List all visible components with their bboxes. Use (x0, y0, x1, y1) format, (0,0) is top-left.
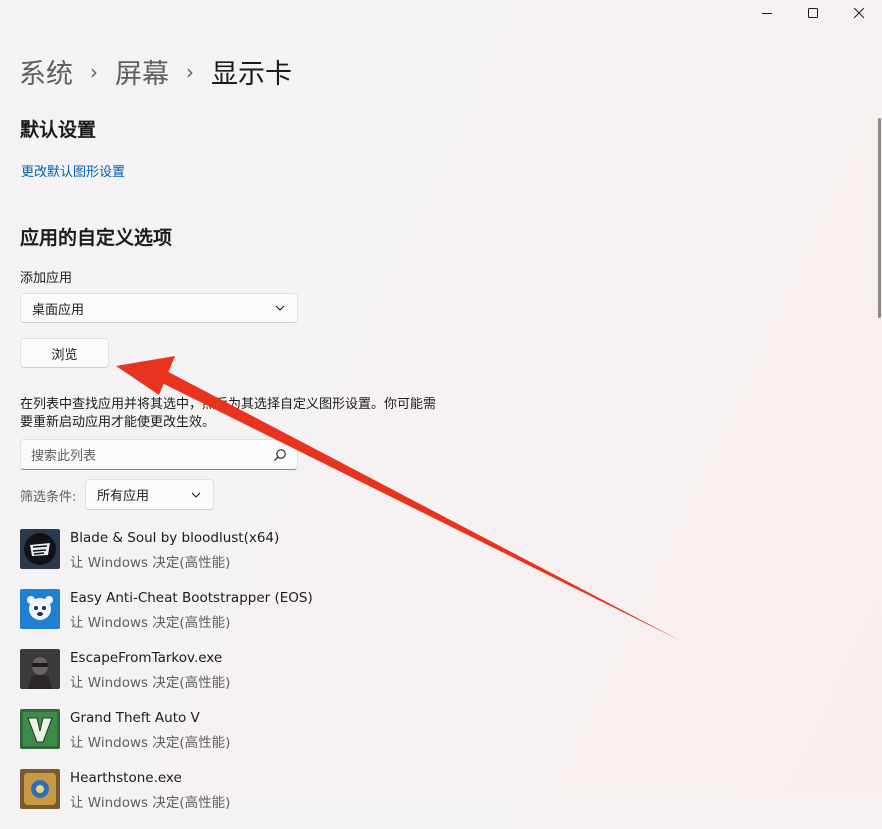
app-name: EscapeFromTarkov.exe (70, 650, 223, 666)
custom-options-heading: 应用的自定义选项 (20, 227, 173, 249)
breadcrumb-system[interactable]: 系统 (19, 52, 73, 91)
app-name: Hearthstone.exe (70, 770, 182, 786)
blade-and-soul-icon (20, 529, 60, 569)
list-item[interactable]: Easy Anti-Cheat Bootstrapper (EOS) 让 Win… (20, 589, 420, 649)
app-type-dropdown[interactable]: 桌面应用 (20, 293, 298, 323)
filter-dropdown[interactable]: 所有应用 (85, 479, 214, 510)
minimize-icon (762, 13, 772, 14)
escape-from-tarkov-icon (20, 649, 60, 689)
easy-anti-cheat-icon (20, 589, 60, 629)
filter-value: 所有应用 (97, 489, 150, 504)
hearthstone-icon (20, 769, 60, 809)
close-button[interactable] (836, 0, 882, 26)
browse-button[interactable]: 浏览 (20, 338, 109, 368)
default-settings-heading: 默认设置 (20, 119, 97, 141)
list-item[interactable]: Blade & Soul by bloodlust(x64) 让 Windows… (20, 529, 420, 589)
chevron-down-icon (191, 492, 201, 498)
add-app-label: 添加应用 (20, 271, 73, 286)
breadcrumb-separator: › (186, 59, 194, 84)
app-preference: 让 Windows 决定(高性能) (70, 555, 231, 571)
app-name: Easy Anti-Cheat Bootstrapper (EOS) (70, 590, 313, 606)
app-type-value: 桌面应用 (32, 302, 85, 318)
gta-v-icon (20, 709, 60, 749)
maximize-icon (808, 8, 818, 18)
description-line-1: 在列表中查找应用并将其选中，然后为其选择自定义图形设置。你可能需 (20, 397, 437, 412)
app-preference: 让 Windows 决定(高性能) (70, 615, 231, 631)
breadcrumb-display[interactable]: 屏幕 (115, 52, 169, 91)
app-list: Blade & Soul by bloodlust(x64) 让 Windows… (20, 529, 420, 829)
minimize-button[interactable] (744, 0, 790, 26)
search-box[interactable]: 搜索此列表 (20, 439, 298, 470)
app-name: Grand Theft Auto V (70, 710, 200, 726)
close-icon (853, 7, 865, 19)
breadcrumb: 系统 › 屏幕 › 显示卡 (19, 52, 292, 91)
breadcrumb-separator: › (90, 59, 98, 84)
change-default-graphics-link[interactable]: 更改默认图形设置 (21, 161, 125, 180)
maximize-button[interactable] (790, 0, 836, 26)
search-icon (274, 448, 286, 461)
scrollbar[interactable] (878, 118, 881, 318)
app-preference: 让 Windows 决定(高性能) (70, 795, 231, 811)
app-name: Blade & Soul by bloodlust(x64) (70, 530, 280, 546)
browse-button-label: 浏览 (51, 347, 78, 363)
list-item[interactable]: Hearthstone.exe 让 Windows 决定(高性能) (20, 769, 420, 829)
description-text: 在列表中查找应用并将其选中，然后为其选择自定义图形设置。你可能需 要重新启动应用… (20, 396, 480, 432)
window-controls (744, 0, 882, 26)
list-item[interactable]: EscapeFromTarkov.exe 让 Windows 决定(高性能) (20, 649, 420, 709)
filter-label: 筛选条件: (20, 490, 77, 505)
page-title: 显示卡 (211, 59, 292, 90)
description-line-2: 要重新启动应用才能使更改生效。 (20, 415, 216, 430)
chevron-down-icon (275, 305, 285, 311)
app-preference: 让 Windows 决定(高性能) (70, 675, 231, 691)
search-input[interactable]: 搜索此列表 (31, 445, 96, 464)
red-arrow-head (116, 356, 175, 395)
list-item[interactable]: Grand Theft Auto V 让 Windows 决定(高性能) (20, 709, 420, 769)
app-preference: 让 Windows 决定(高性能) (70, 735, 231, 751)
